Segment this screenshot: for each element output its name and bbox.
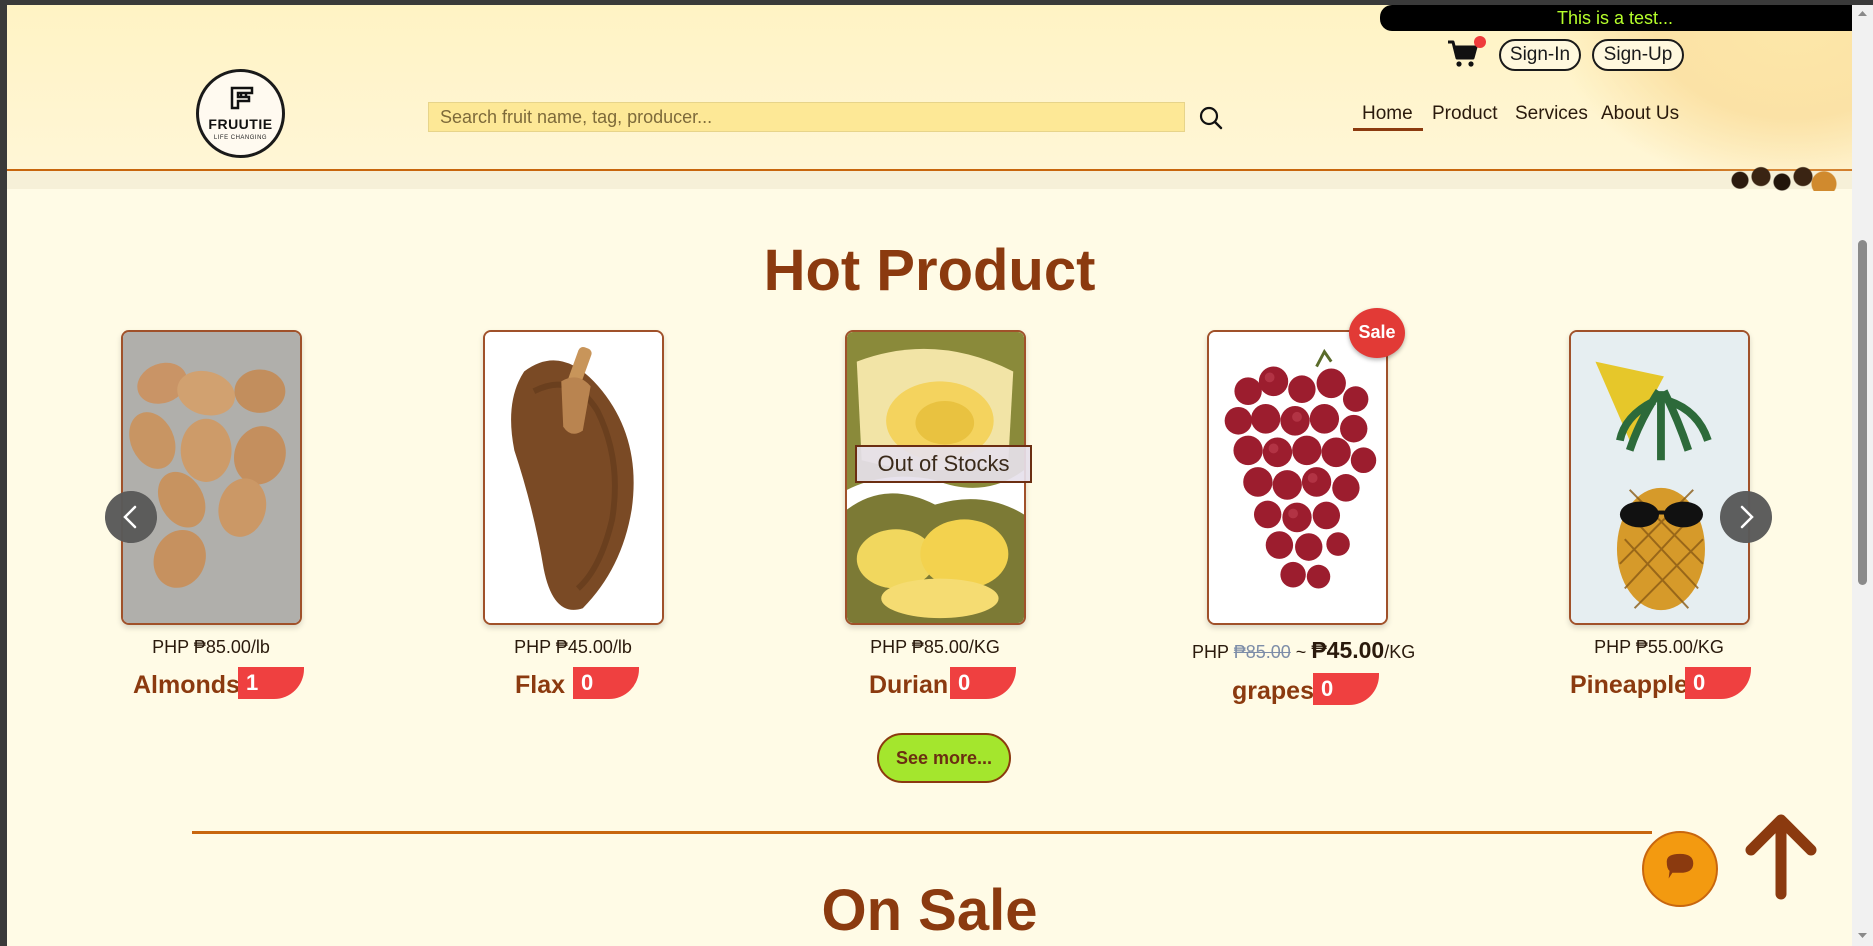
page: This is a test... FRUUTIE LIFE CHANGING …	[7, 5, 1852, 946]
product-name-almonds: Almonds	[133, 671, 240, 699]
nav-product[interactable]: Product	[1432, 103, 1497, 125]
carousel-next-button[interactable]	[1720, 491, 1772, 543]
nav-services[interactable]: Services	[1515, 103, 1588, 125]
product-count-durian: 0	[950, 667, 1016, 699]
product-price-pineapple: PHP ₱55.00/KG	[1594, 637, 1724, 657]
see-more-button[interactable]: See more...	[877, 733, 1011, 783]
on-sale-title: On Sale	[821, 878, 1038, 943]
product-card-almonds[interactable]	[121, 330, 302, 625]
chat-button[interactable]	[1642, 831, 1718, 907]
scroll-down-arrow-icon[interactable]	[1856, 931, 1869, 941]
product-card-flax[interactable]	[483, 330, 664, 625]
product-card-pineapple[interactable]	[1569, 330, 1750, 625]
old-price: ₱85.00	[1233, 642, 1291, 662]
product-price-flax: PHP ₱45.00/lb	[514, 637, 632, 657]
announcement-marquee: This is a test...	[1380, 5, 1852, 31]
product-name-flax: Flax	[515, 671, 566, 699]
cart-notification-dot	[1474, 36, 1486, 48]
product-price-grapes: PHP ₱85.00 ~ ₱45.00/KG	[1192, 637, 1415, 664]
section-divider	[192, 831, 1652, 834]
nav-about-us[interactable]: About Us	[1601, 103, 1679, 125]
sale-badge: Sale	[1349, 308, 1405, 358]
grapes-image	[1209, 332, 1386, 623]
nav-active-indicator	[1353, 128, 1423, 131]
product-name-grapes: grapes	[1232, 677, 1314, 705]
price-unit: /KG	[1384, 642, 1416, 662]
sign-up-button[interactable]: Sign-Up	[1592, 39, 1684, 71]
product-count-pineapple: 0	[1685, 667, 1751, 699]
almonds-image	[123, 332, 300, 623]
out-of-stock-label: Out of Stocks	[855, 445, 1032, 483]
logo-mark-icon	[230, 86, 254, 110]
product-price-almonds: PHP ₱85.00/lb	[152, 637, 270, 657]
scroll-to-top-button[interactable]	[1741, 810, 1821, 900]
flax-image	[485, 332, 662, 623]
product-name-durian: Durian	[869, 671, 949, 699]
brand-tagline: LIFE CHANGING	[213, 135, 268, 141]
product-count-flax: 0	[573, 667, 639, 699]
scrollbar-thumb[interactable]	[1858, 240, 1867, 585]
header-strip	[7, 171, 1852, 189]
new-price: ₱45.00	[1311, 637, 1385, 663]
search-icon[interactable]	[1195, 102, 1227, 134]
product-price-durian: PHP ₱85.00/KG	[870, 637, 1000, 657]
price-separator: ~	[1295, 642, 1307, 662]
scroll-up-arrow-icon[interactable]	[1856, 8, 1869, 18]
product-name-pineapple: Pineapple	[1570, 671, 1689, 699]
product-count-grapes: 0	[1313, 673, 1379, 705]
brand-logo[interactable]: FRUUTIE LIFE CHANGING	[196, 69, 285, 158]
carousel-prev-button[interactable]	[105, 491, 157, 543]
berries-decoration	[1712, 155, 1852, 191]
brand-name: FRUUTIE	[208, 116, 273, 132]
search-input[interactable]: Search fruit name, tag, producer...	[428, 102, 1185, 132]
hot-product-title: Hot Product	[763, 238, 1096, 303]
product-count-almonds: 1	[238, 667, 304, 699]
sign-in-button[interactable]: Sign-In	[1499, 39, 1581, 71]
price-prefix: PHP	[1192, 642, 1229, 662]
nav-home[interactable]: Home	[1362, 103, 1413, 125]
pineapple-image	[1571, 332, 1748, 623]
product-card-grapes[interactable]	[1207, 330, 1388, 625]
